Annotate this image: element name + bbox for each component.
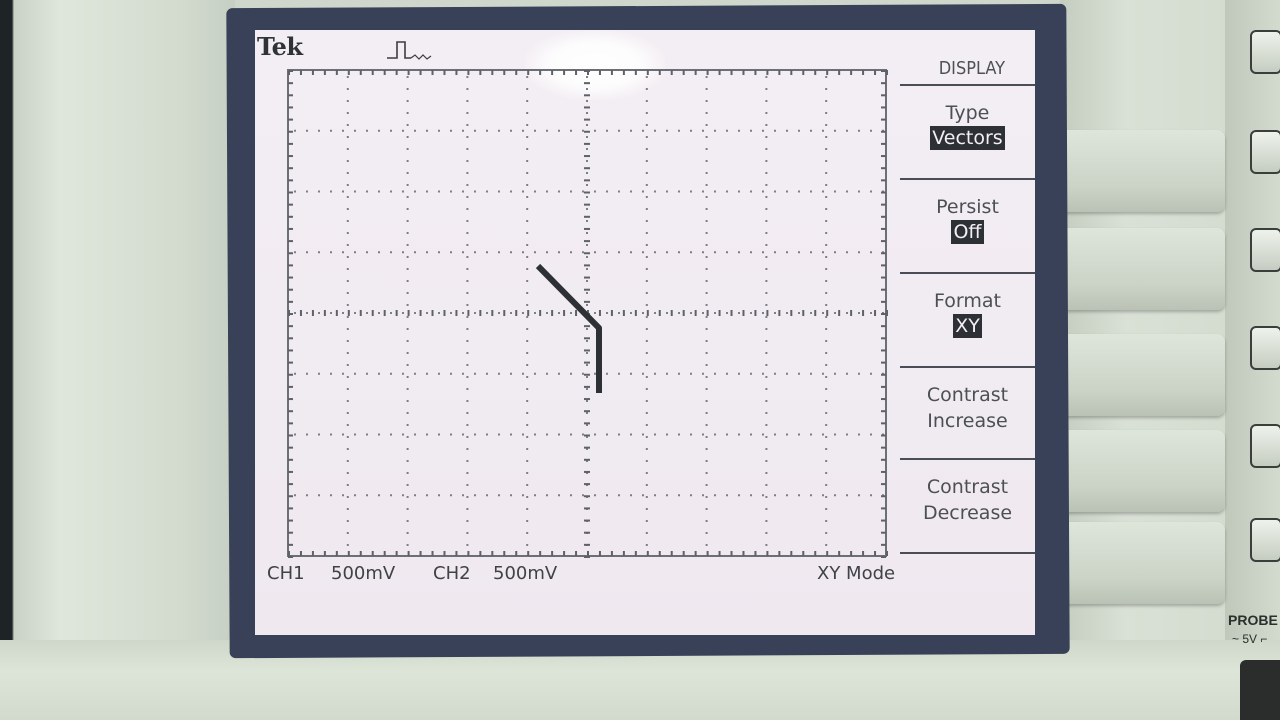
softkey-3[interactable] — [1055, 334, 1225, 416]
probe-sublabel: ~ 5V ⌐ — [1232, 632, 1268, 646]
xy-mode-label: XY Mode — [817, 563, 896, 584]
menu-item-contrast-decrease[interactable]: Contrast Decrease — [900, 458, 1035, 554]
menu-item-label: Persist — [936, 196, 999, 218]
graticule — [287, 69, 888, 558]
menu-item-type[interactable]: Type Vectors — [900, 84, 1035, 178]
instrument-left-bezel — [0, 0, 235, 720]
menu-item-value: XY — [953, 314, 982, 338]
side-button-4[interactable] — [1250, 326, 1280, 370]
side-button-2[interactable] — [1250, 130, 1280, 174]
menu-item-value: Off — [951, 220, 984, 244]
side-button-3[interactable] — [1250, 228, 1280, 272]
menu-item-label: Contrast — [926, 476, 1009, 498]
side-button-6[interactable] — [1250, 518, 1280, 562]
menu-item-value: Vectors — [930, 126, 1005, 150]
menu-item-persist[interactable]: Persist Off — [900, 178, 1035, 272]
softkey-4[interactable] — [1055, 430, 1225, 512]
oscilloscope-screen: Tek DISPLAY Type Vectors Persist Off For… — [255, 30, 1035, 635]
display-menu: DISPLAY Type Vectors Persist Off Format … — [900, 50, 1035, 570]
ch2-label: CH2 — [433, 563, 471, 584]
menu-item-label: Type — [945, 102, 990, 124]
probe-label: PROBE — [1228, 612, 1278, 628]
probe-connector[interactable] — [1240, 660, 1280, 720]
menu-item-contrast-increase[interactable]: Contrast Increase — [900, 366, 1035, 460]
ch1-scale: 500mV — [331, 563, 396, 584]
softkey-1[interactable] — [1055, 130, 1225, 212]
menu-item-label: Format — [934, 290, 1001, 312]
ch2-scale: 500mV — [493, 563, 558, 584]
menu-item-label-2: Increase — [927, 410, 1008, 432]
side-button-1[interactable] — [1250, 30, 1280, 74]
menu-item-format[interactable]: Format XY — [900, 272, 1035, 366]
softkey-2[interactable] — [1055, 228, 1225, 310]
trigger-pulse-icon — [387, 41, 432, 60]
menu-title: DISPLAY — [938, 58, 1005, 79]
menu-item-label: Contrast — [926, 384, 1009, 406]
brand-logo: Tek — [257, 32, 303, 61]
ch1-label: CH1 — [267, 563, 305, 584]
softkey-5[interactable] — [1055, 522, 1225, 604]
side-button-5[interactable] — [1250, 424, 1280, 468]
menu-item-label-2: Decrease — [922, 502, 1013, 524]
